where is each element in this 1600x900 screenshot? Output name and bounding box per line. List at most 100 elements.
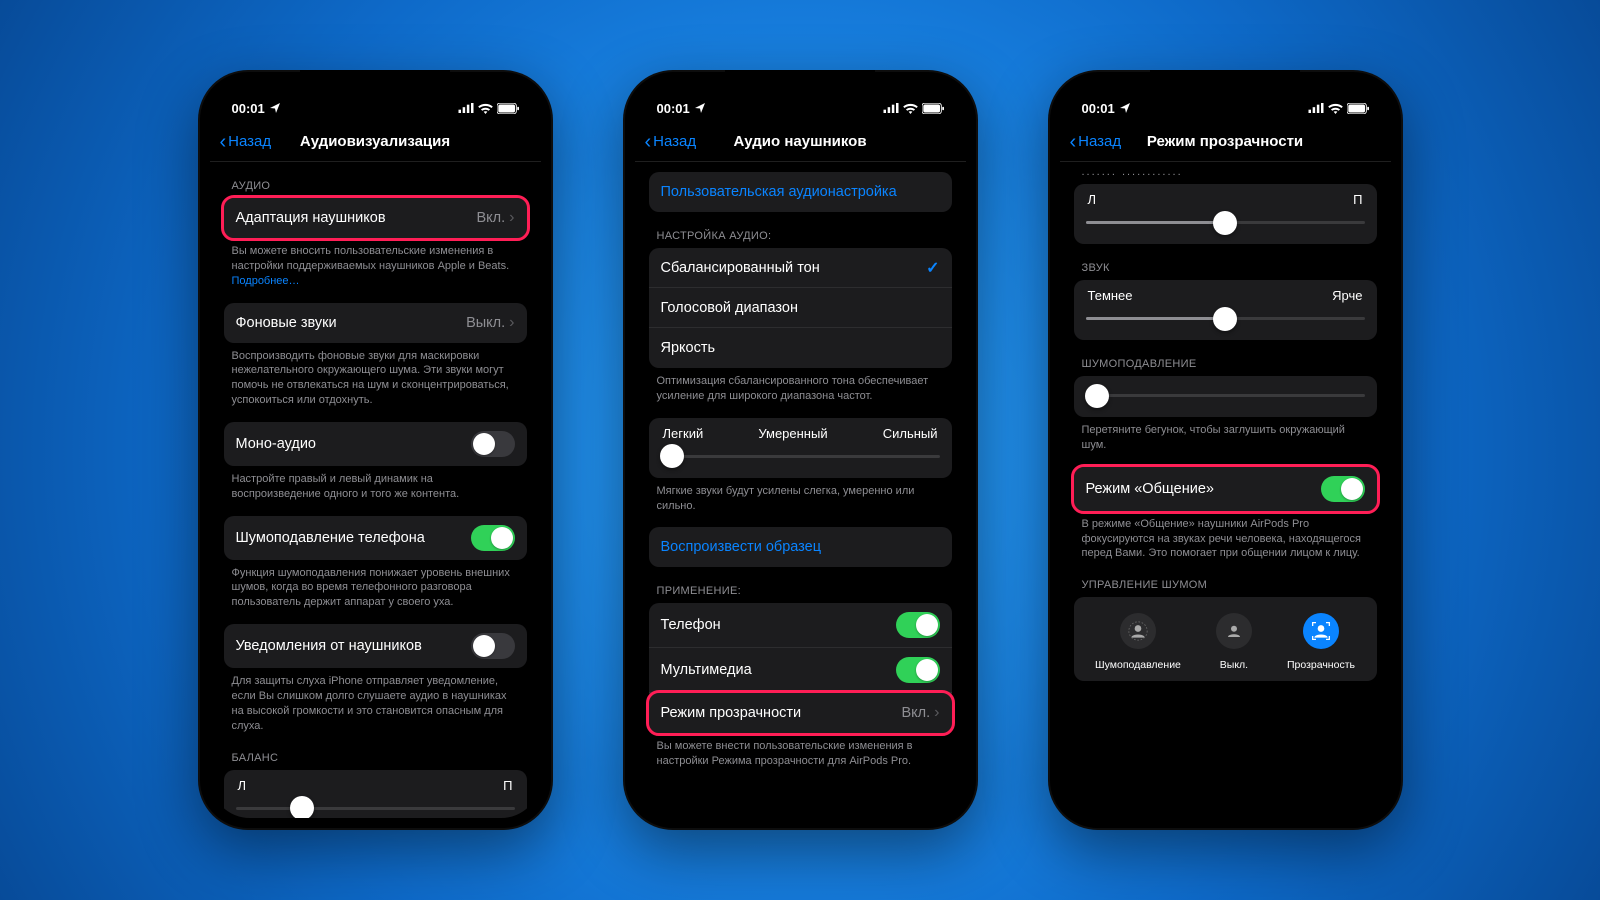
section-header-balance: БАЛАНС <box>224 734 527 770</box>
tone-slider[interactable] <box>1086 317 1365 320</box>
balance-right-label: П <box>1353 192 1362 207</box>
bg-sounds-group: Фоновые звуки Выкл. › <box>224 303 527 343</box>
scroll-content[interactable]: АУДИО Адаптация наушников Вкл. › Вы може… <box>210 162 541 818</box>
cellular-icon <box>458 103 474 113</box>
headphone-notif-group: Уведомления от наушников <box>224 624 527 668</box>
tone-group: Темнее Ярче <box>1074 280 1377 340</box>
chevron-right-icon: › <box>509 314 514 332</box>
phone-2-screen: 00:01 ‹ Назад Аудио наушников Пользовате… <box>635 82 966 818</box>
strength-strong-label: Сильный <box>883 426 938 441</box>
status-bar: 00:01 <box>210 82 541 122</box>
row-value: Вкл. <box>902 705 931 721</box>
page-title: Аудио наушников <box>733 133 866 150</box>
option-balanced-tone[interactable]: Сбалансированный тон ✓ <box>649 248 952 288</box>
status-icons <box>883 103 944 114</box>
phone-noise-cancel-group: Шумоподавление телефона <box>224 516 527 560</box>
apply-media-toggle[interactable] <box>896 657 940 683</box>
accom-footer: Вы можете вносить пользовательские измен… <box>224 238 527 289</box>
battery-icon <box>1347 103 1369 114</box>
bg-footer: Воспроизводить фоновые звуки для маскиро… <box>224 343 527 408</box>
headphone-notif-toggle[interactable] <box>471 633 515 659</box>
back-button[interactable]: ‹ Назад <box>220 132 272 152</box>
balance-right-label: П <box>503 778 512 793</box>
strength-slider-group: Легкий Умеренный Сильный <box>649 418 952 478</box>
section-header-tune: НАСТРОЙКА АУДИО: <box>649 212 952 248</box>
back-label: Назад <box>653 133 696 150</box>
off-icon <box>1216 613 1252 649</box>
row-value: Выкл. <box>466 315 505 331</box>
scroll-content[interactable]: ....... ............ Л П ЗВУК <box>1060 162 1391 818</box>
mode-transparency[interactable]: Прозрачность <box>1287 613 1355 671</box>
location-icon <box>694 102 706 114</box>
status-bar: 00:01 <box>1060 82 1391 122</box>
mono-audio-toggle[interactable] <box>471 431 515 457</box>
tune-options-group: Сбалансированный тон ✓ Голосовой диапазо… <box>649 248 952 368</box>
apply-phone-toggle[interactable] <box>896 612 940 638</box>
option-vocal-range[interactable]: Голосовой диапазон <box>649 288 952 328</box>
background-sounds-row[interactable]: Фоновые звуки Выкл. › <box>224 303 527 343</box>
checkmark-icon: ✓ <box>926 258 939 278</box>
back-button[interactable]: ‹ Назад <box>645 132 697 152</box>
row-label: Моно-аудио <box>236 436 317 452</box>
apply-media-row: Мультимедиа <box>649 648 952 693</box>
headphone-accommodations-row[interactable]: Адаптация наушников Вкл. › <box>224 198 527 238</box>
headphone-accommodations-group: Адаптация наушников Вкл. › <box>224 198 527 238</box>
battery-icon <box>922 103 944 114</box>
status-time: 00:01 <box>1082 101 1115 116</box>
balance-group: Л П <box>224 770 527 819</box>
transparency-icon <box>1303 613 1339 649</box>
location-icon <box>269 102 281 114</box>
conversation-boost-row: Режим «Общение» <box>1074 467 1377 511</box>
custom-audio-setup-row[interactable]: Пользовательская аудионастройка <box>649 172 952 212</box>
notif-footer: Для защиты слуха iPhone отправляет уведо… <box>224 668 527 733</box>
phone-1-frame: 00:01 ‹ Назад Аудиовизуализация АУДИО Ад… <box>198 70 553 830</box>
phone-2-frame: 00:01 ‹ Назад Аудио наушников Пользовате… <box>623 70 978 830</box>
play-sample-group: Воспроизвести образец <box>649 527 952 567</box>
phone-1-screen: 00:01 ‹ Назад Аудиовизуализация АУДИО Ад… <box>210 82 541 818</box>
tune-footer: Оптимизация сбалансированного тона обесп… <box>649 368 952 404</box>
status-icons <box>458 103 519 114</box>
mono-footer: Настройте правый и левый динамик на восп… <box>224 466 527 502</box>
learn-more-link[interactable]: Подробнее… <box>232 275 300 287</box>
transparency-mode-row[interactable]: Режим прозрачности Вкл. › <box>649 693 952 733</box>
section-header-noise: ШУМОПОДАВЛЕНИЕ <box>1074 340 1377 376</box>
row-label: Фоновые звуки <box>236 315 337 331</box>
chevron-right-icon: › <box>509 209 514 227</box>
tone-bright-label: Ярче <box>1332 288 1362 303</box>
trans-footer: Вы можете внести пользовательские измене… <box>649 733 952 769</box>
strength-moderate-label: Умеренный <box>758 426 827 441</box>
row-label: Шумоподавление телефона <box>236 530 425 546</box>
section-header-audio: АУДИО <box>224 162 527 198</box>
section-header-apply: ПРИМЕНЕНИЕ: <box>649 567 952 603</box>
mode-noise-cancellation[interactable]: Шумоподавление <box>1095 613 1181 671</box>
balance-slider[interactable] <box>236 807 515 810</box>
noise-footer: Перетяните бегунок, чтобы заглушить окру… <box>1074 417 1377 453</box>
back-button[interactable]: ‹ Назад <box>1070 132 1122 152</box>
conversation-boost-toggle[interactable] <box>1321 476 1365 502</box>
option-brightness[interactable]: Яркость <box>649 328 952 368</box>
wifi-icon <box>903 103 918 114</box>
noise-footer: Функция шумоподавления понижает уровень … <box>224 560 527 611</box>
nav-bar: ‹ Назад Аудио наушников <box>635 122 966 162</box>
apply-phone-row: Телефон <box>649 603 952 648</box>
row-label: Адаптация наушников <box>236 210 386 226</box>
play-sample-row[interactable]: Воспроизвести образец <box>649 527 952 567</box>
cellular-icon <box>883 103 899 113</box>
play-sample-link: Воспроизвести образец <box>661 539 822 555</box>
status-bar: 00:01 <box>635 82 966 122</box>
row-label: Уведомления от наушников <box>236 638 422 654</box>
phone-noise-cancel-toggle[interactable] <box>471 525 515 551</box>
balance-left-label: Л <box>1088 192 1097 207</box>
phone-noise-cancel-row: Шумоподавление телефона <box>224 516 527 560</box>
strength-slider[interactable] <box>661 455 940 458</box>
row-value: Вкл. <box>477 210 506 226</box>
back-label: Назад <box>1078 133 1121 150</box>
mode-off[interactable]: Выкл. <box>1216 613 1252 671</box>
custom-setup-link: Пользовательская аудионастройка <box>661 184 897 200</box>
ambient-reduction-slider[interactable] <box>1086 394 1365 397</box>
page-title: Режим прозрачности <box>1147 133 1303 150</box>
ambient-reduction-group <box>1074 376 1377 417</box>
transparency-balance-slider[interactable] <box>1086 221 1365 224</box>
status-icons <box>1308 103 1369 114</box>
scroll-content[interactable]: Пользовательская аудионастройка НАСТРОЙК… <box>635 162 966 818</box>
